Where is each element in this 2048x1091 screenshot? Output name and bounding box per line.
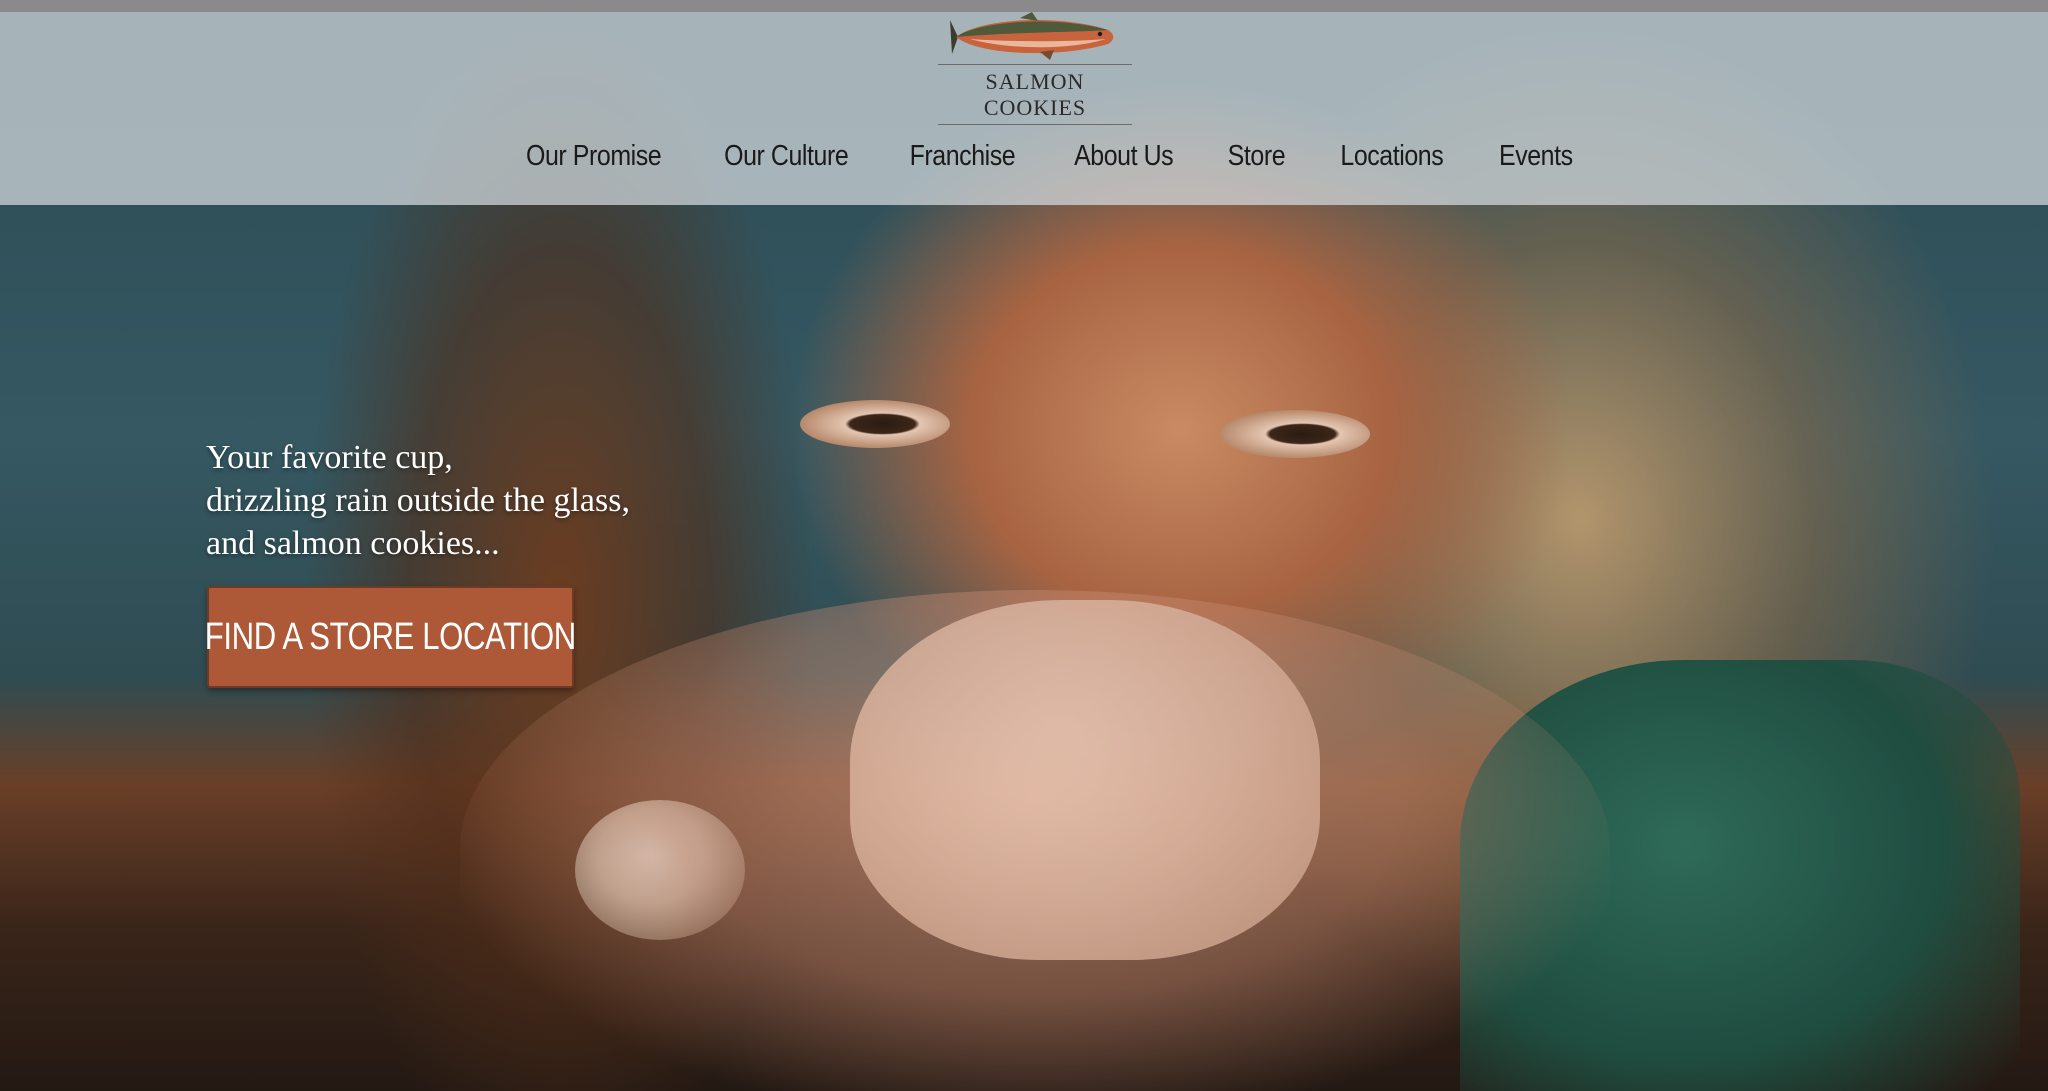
hero-ring [575, 800, 745, 940]
hero-tagline-line: Your favorite cup, [206, 439, 453, 476]
salmon-fish-icon [950, 12, 1114, 60]
hero-tagline-line: and salmon cookies... [206, 525, 500, 562]
nav-store[interactable]: Store [1227, 140, 1285, 173]
hero-tagline-line: drizzling rain outside the glass, [206, 482, 630, 519]
nav-events[interactable]: Events [1499, 140, 1573, 173]
hero-tagline: Your favorite cup, drizzling rain outsid… [206, 436, 806, 565]
nav-about-us[interactable]: About Us [1074, 140, 1174, 173]
page: SALMON COOKIES Our Promise Our Culture F… [0, 0, 2048, 1091]
browser-top-strip [0, 0, 2048, 12]
main-nav: Our Promise Our Culture Franchise About … [0, 140, 2048, 173]
hero-eye-left [800, 400, 950, 448]
nav-locations[interactable]: Locations [1340, 140, 1443, 173]
find-store-location-label: FIND A STORE LOCATION [204, 615, 577, 658]
nav-our-culture[interactable]: Our Culture [724, 140, 849, 173]
nav-franchise[interactable]: Franchise [909, 140, 1015, 173]
site-logo[interactable]: SALMON COOKIES [930, 12, 1140, 125]
hero-eye-right [1220, 410, 1370, 458]
find-store-location-button[interactable]: FIND A STORE LOCATION [204, 586, 577, 688]
nav-our-promise[interactable]: Our Promise [526, 140, 662, 173]
site-header: SALMON COOKIES Our Promise Our Culture F… [0, 12, 2048, 205]
logo-text: SALMON COOKIES [938, 64, 1132, 125]
hero-sweater [1460, 660, 2020, 1091]
